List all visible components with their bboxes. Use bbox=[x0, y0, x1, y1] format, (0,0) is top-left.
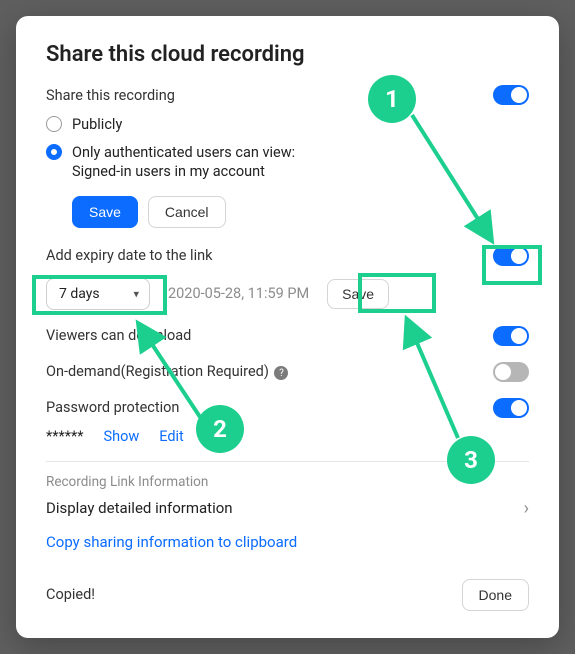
divider bbox=[46, 461, 529, 462]
save-expiry-button[interactable]: Save bbox=[327, 279, 389, 309]
recording-info-heading: Recording Link Information bbox=[46, 474, 529, 490]
radio-publicly-label: Publicly bbox=[72, 115, 122, 135]
password-edit-link[interactable]: Edit bbox=[159, 428, 184, 445]
expiry-select-value: 7 days bbox=[59, 286, 100, 302]
radio-icon bbox=[46, 116, 62, 132]
chevron-down-icon: ▾ bbox=[133, 287, 139, 300]
copied-status: Copied! bbox=[46, 586, 95, 603]
chevron-right-icon: › bbox=[524, 498, 529, 519]
done-button[interactable]: Done bbox=[462, 579, 529, 611]
save-button[interactable]: Save bbox=[72, 196, 138, 228]
on-demand-label: On-demand(Registration Required) ? bbox=[46, 363, 288, 381]
modal-title: Share this cloud recording bbox=[46, 42, 529, 67]
display-detail-label: Display detailed information bbox=[46, 499, 233, 517]
password-masked: ****** bbox=[46, 428, 83, 445]
expiry-toggle[interactable] bbox=[493, 246, 529, 266]
share-radio-group: Publicly Only authenticated users can vi… bbox=[46, 115, 529, 182]
password-show-link[interactable]: Show bbox=[103, 428, 139, 445]
expiry-datetime: 2020-05-28, 11:59 PM bbox=[168, 285, 309, 302]
share-label: Share this recording bbox=[46, 87, 175, 104]
copy-sharing-link[interactable]: Copy sharing information to clipboard bbox=[46, 533, 529, 551]
download-toggle[interactable] bbox=[493, 326, 529, 346]
on-demand-toggle[interactable] bbox=[493, 362, 529, 382]
radio-auth-line2: Signed-in users in my account bbox=[72, 162, 295, 182]
radio-authenticated[interactable]: Only authenticated users can view: Signe… bbox=[46, 143, 529, 182]
radio-publicly[interactable]: Publicly bbox=[46, 115, 529, 135]
radio-auth-line1: Only authenticated users can view: bbox=[72, 143, 295, 163]
help-icon[interactable]: ? bbox=[274, 366, 288, 380]
display-detail-row[interactable]: Display detailed information › bbox=[46, 498, 529, 519]
expiry-select[interactable]: 7 days ▾ bbox=[46, 278, 150, 310]
share-modal: Share this cloud recording Share this re… bbox=[16, 16, 559, 638]
expiry-label: Add expiry date to the link bbox=[46, 247, 212, 264]
password-toggle[interactable] bbox=[493, 398, 529, 418]
share-toggle[interactable] bbox=[493, 85, 529, 105]
cancel-button[interactable]: Cancel bbox=[148, 196, 226, 228]
download-label: Viewers can download bbox=[46, 327, 191, 344]
password-label: Password protection bbox=[46, 399, 179, 416]
radio-icon-selected bbox=[46, 144, 62, 160]
